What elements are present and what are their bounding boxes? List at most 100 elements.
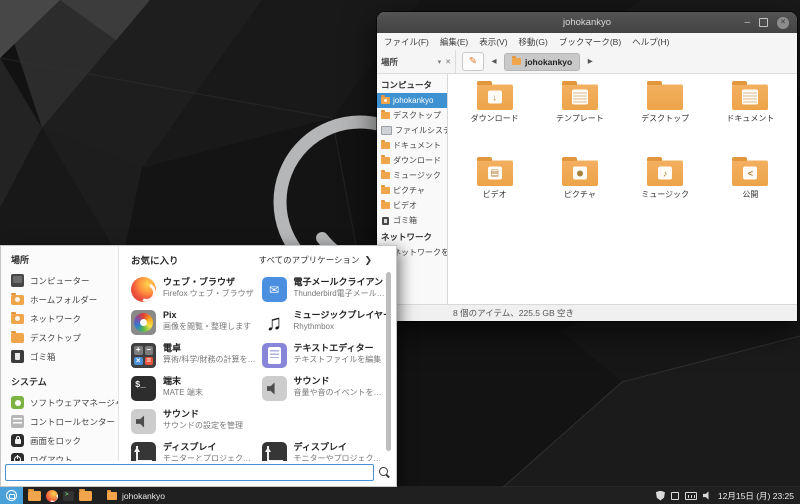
- menu-bookmarks[interactable]: ブックマーク(B): [559, 36, 621, 48]
- favorite-sound-settings[interactable]: サウンド サウンドの設定を管理: [131, 408, 256, 441]
- folder-icon: [381, 172, 390, 179]
- file-item-music[interactable]: ♪ ミュージック: [623, 156, 707, 232]
- file-item-downloads[interactable]: ↓ ダウンロード: [453, 80, 537, 156]
- favorite-terminal[interactable]: $_ 端末 MATE 端末: [131, 375, 256, 408]
- back-icon[interactable]: ◂: [489, 56, 499, 67]
- all-applications-link[interactable]: すべてのアプリケーション ❯: [259, 254, 386, 266]
- forward-icon[interactable]: ▸: [585, 56, 595, 67]
- network-folder-icon: [11, 314, 24, 324]
- terminal-launcher-icon[interactable]: >: [63, 491, 74, 501]
- favorite-text-editor[interactable]: テキストエディター テキストファイルを編集: [262, 342, 387, 375]
- sidebar-item-filesystem[interactable]: ファイルシステム: [377, 123, 447, 138]
- folder-icon: [11, 333, 24, 343]
- menu-item-control-center[interactable]: コントロールセンター: [11, 412, 118, 431]
- menu-item-home-folder[interactable]: ホームフォルダー: [11, 290, 118, 309]
- close-button[interactable]: ✕: [777, 17, 789, 29]
- favorite-sound-volume[interactable]: サウンド 音量や音のイベントを変更しま...: [262, 375, 387, 408]
- sidebar-item-trash[interactable]: ゴミ箱: [377, 213, 447, 228]
- breadcrumb[interactable]: johokankyo: [504, 53, 580, 71]
- firefox-launcher-icon[interactable]: [46, 490, 58, 502]
- home-folder-icon: [11, 295, 24, 305]
- maximize-button[interactable]: [759, 18, 768, 27]
- folder-music-icon: ♪: [647, 160, 683, 186]
- bottom-panel: > johokankyo 12月15日 (月) 23:25: [0, 487, 800, 504]
- edit-location-button[interactable]: ✎: [462, 52, 484, 71]
- keyboard-tray-icon[interactable]: [685, 492, 697, 500]
- scrollbar[interactable]: [386, 272, 391, 451]
- shield-tray-icon[interactable]: [656, 491, 665, 501]
- titlebar[interactable]: johokankyo – ✕: [377, 12, 797, 33]
- sidebar-item-videos[interactable]: ビデオ: [377, 198, 447, 213]
- menu-item-software-manager[interactable]: ソフトウェアマネージャー: [11, 393, 118, 412]
- statusbar: 8 個のアイテム、225.5 GB 空き: [377, 304, 797, 321]
- file-item-templates[interactable]: テンプレート: [538, 80, 622, 156]
- location-toolbar: ✎ ◂ johokankyo ▸: [456, 50, 797, 73]
- file-manager-launcher-icon[interactable]: [28, 491, 41, 501]
- file-item-documents[interactable]: ドキュメント: [708, 80, 792, 156]
- menu-item-desktop[interactable]: デスクトップ: [11, 328, 118, 347]
- menu-go[interactable]: 移動(G): [519, 36, 548, 48]
- folder-icon: [381, 112, 390, 119]
- sidebar-item-documents[interactable]: ドキュメント: [377, 138, 447, 153]
- menu-item-lock-screen[interactable]: 画面をロック: [11, 431, 118, 450]
- file-item-videos[interactable]: ▤ ビデオ: [453, 156, 537, 232]
- favorite-display-2[interactable]: ディスプレイ モニターやプロジェクターの解...: [262, 441, 387, 461]
- file-item-public-share[interactable]: < 公開: [708, 156, 792, 232]
- sidebar-item-johokankyo[interactable]: johokankyo: [377, 93, 447, 108]
- menu-item-network[interactable]: ネットワーク: [11, 309, 118, 328]
- window-tray-icon[interactable]: [671, 492, 679, 500]
- drive-icon: [381, 126, 392, 135]
- sidebar-item-music[interactable]: ミュージック: [377, 168, 447, 183]
- sidebar-item-pictures[interactable]: ピクチャ: [377, 183, 447, 198]
- menu-item-trash[interactable]: ゴミ箱: [11, 347, 118, 366]
- favorite-pix[interactable]: Pix 画像を閲覧・整理します: [131, 309, 256, 342]
- applications-menu: 場所 コンピューター ホームフォルダー ネットワーク デスクトップ ゴミ箱 シ: [0, 245, 397, 487]
- mint-logo-icon: [6, 490, 17, 501]
- speaker-icon: [131, 409, 156, 434]
- favorite-calculator[interactable]: +−×= 電卓 算術/科学/財務の計算を行い...: [131, 342, 256, 375]
- menu-item-computer[interactable]: コンピューター: [11, 271, 118, 290]
- display-icon: [131, 442, 156, 461]
- chevron-down-icon[interactable]: ▾: [438, 58, 442, 66]
- folder-share-icon: <: [732, 160, 768, 186]
- folder-videos-icon: ▤: [477, 160, 513, 186]
- favorite-email-client[interactable]: ✉ 電子メールクライアント Thunderbird電子メールクラ...: [262, 276, 387, 309]
- folder-icon: [381, 187, 390, 194]
- places-header: 場所: [11, 253, 118, 266]
- menu-button[interactable]: [0, 487, 23, 504]
- folder-icon: [381, 202, 390, 209]
- favorite-web-browser[interactable]: ウェブ・ブラウザ Firefox ウェブ・ブラウザ: [131, 276, 256, 309]
- statusbar-text: 8 個のアイテム、225.5 GB 空き: [453, 307, 574, 319]
- folder-download-icon: ↓: [477, 84, 513, 110]
- window-title: johokankyo: [377, 17, 797, 28]
- menu-edit[interactable]: 編集(E): [440, 36, 468, 48]
- sidebar-item-downloads[interactable]: ダウンロード: [377, 153, 447, 168]
- file-item-desktop[interactable]: デスクトップ: [623, 80, 707, 156]
- file-item-pictures[interactable]: ピクチャ: [538, 156, 622, 232]
- menu-search-input[interactable]: [5, 464, 374, 481]
- search-icon[interactable]: [379, 467, 390, 478]
- volume-tray-icon[interactable]: [703, 491, 712, 500]
- clock[interactable]: 12月15日 (月) 23:25: [718, 490, 794, 502]
- menu-item-logout[interactable]: ログアウト: [11, 450, 118, 461]
- favorite-music-player[interactable]: ♫ ミュージックプレイヤー Rhythmbox: [262, 309, 387, 342]
- close-side-pane-icon[interactable]: ✕: [445, 58, 451, 66]
- favorite-display-1[interactable]: ディスプレイ モニターとプロジェクターの解...: [131, 441, 256, 461]
- side-pane-title[interactable]: 場所: [381, 56, 398, 68]
- folder-launcher-icon[interactable]: [79, 491, 92, 501]
- folder-icon: [381, 142, 390, 149]
- menu-view[interactable]: 表示(V): [479, 36, 507, 48]
- folder-documents-icon: [732, 84, 768, 110]
- minimize-button[interactable]: –: [744, 20, 750, 26]
- display-icon: [262, 442, 287, 461]
- file-icon-view[interactable]: ↓ ダウンロード テンプレート デスクトップ ドキュメント ▤ ビデオ ピク: [448, 74, 797, 304]
- folder-pictures-icon: [562, 160, 598, 186]
- window-list-item[interactable]: johokankyo: [101, 487, 171, 504]
- menu-help[interactable]: ヘルプ(H): [632, 36, 669, 48]
- control-center-icon: [11, 415, 24, 428]
- sidebar-section-computer: コンピュータ: [377, 76, 447, 93]
- sidebar-item-desktop[interactable]: デスクトップ: [377, 108, 447, 123]
- menu-file[interactable]: ファイル(F): [384, 36, 429, 48]
- menu-left-column: 場所 コンピューター ホームフォルダー ネットワーク デスクトップ ゴミ箱 シ: [1, 246, 119, 461]
- rhythmbox-icon: ♫: [262, 310, 287, 335]
